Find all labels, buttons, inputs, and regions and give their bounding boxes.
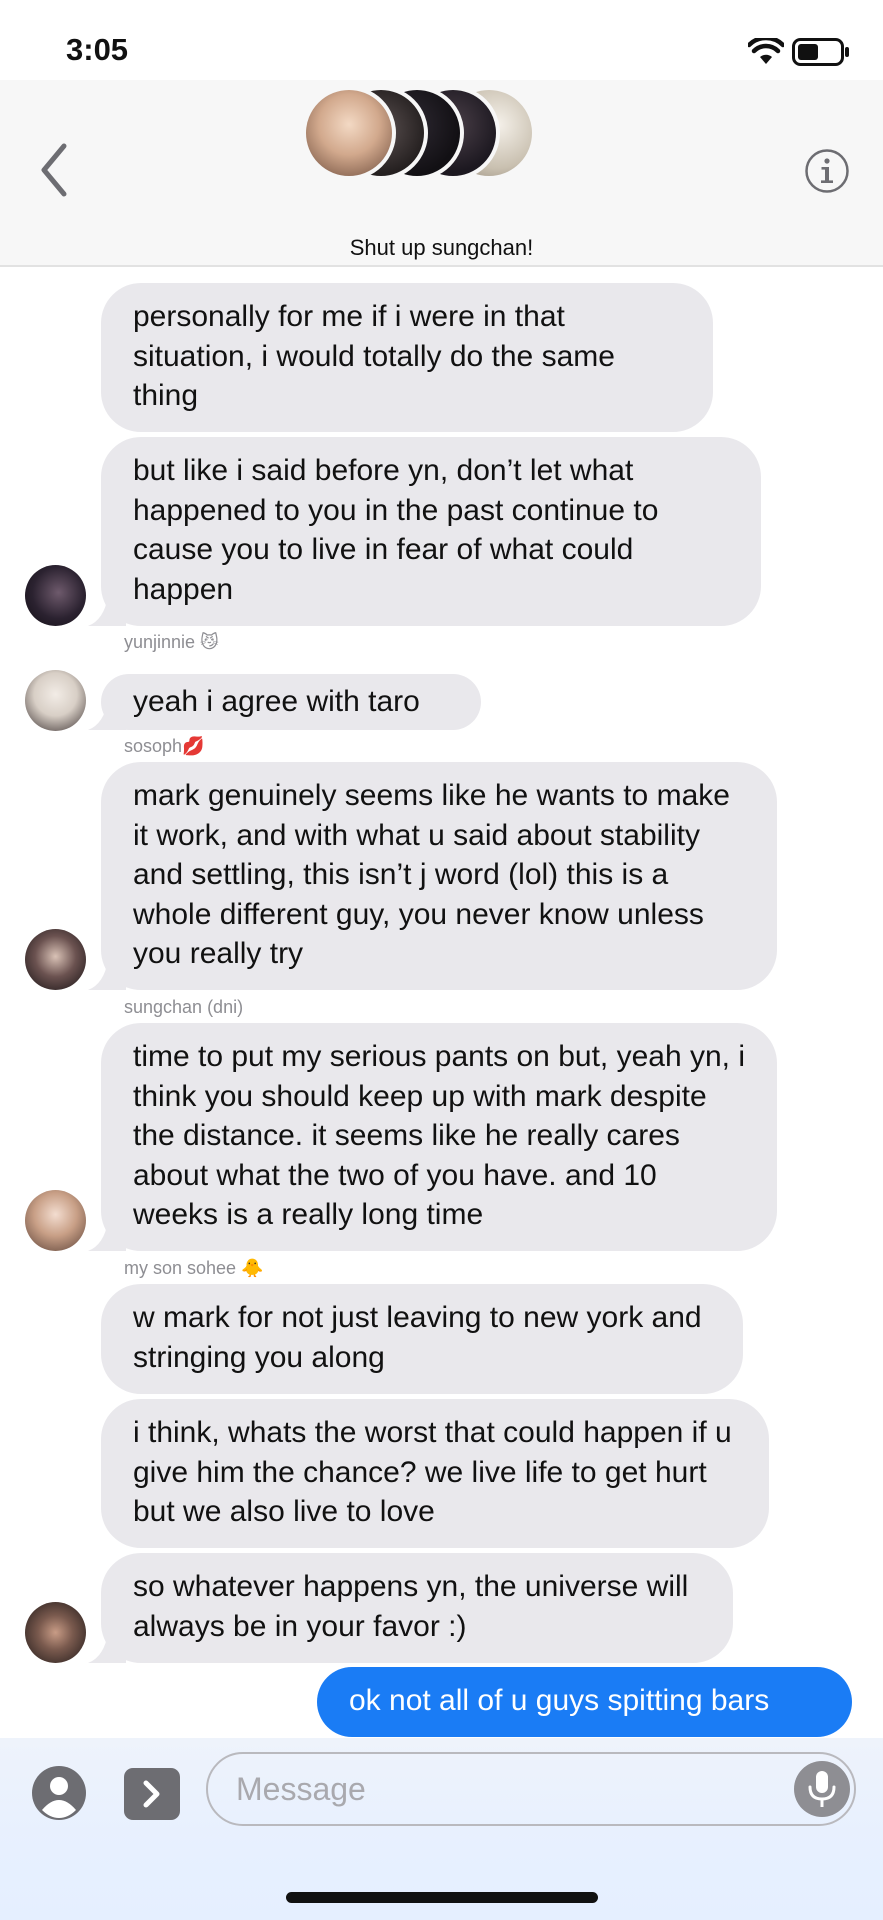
message-bubble[interactable]: time to put my serious pants on but, yea… xyxy=(101,1023,777,1251)
info-icon[interactable] xyxy=(804,148,850,194)
sent-message-bubble[interactable]: ok not all of u guys spitting bars xyxy=(317,1667,852,1737)
messages-screen: 3:05 Shut up sungchan! personally for me… xyxy=(0,0,883,1920)
sender-name: sungchan (dni) xyxy=(124,997,244,1017)
message-bubble[interactable]: personally for me if i were in that situ… xyxy=(101,283,713,432)
bubble-tail xyxy=(88,950,126,990)
message-bubble[interactable]: so whatever happens yn, the universe wil… xyxy=(101,1553,733,1663)
wifi-icon xyxy=(748,38,784,64)
home-indicator xyxy=(286,1892,598,1903)
avatar[interactable] xyxy=(25,670,86,731)
conversation-header: Shut up sungchan! xyxy=(0,80,883,266)
avatar[interactable] xyxy=(25,929,86,990)
sender-name: my son sohee 🐥 xyxy=(124,1258,264,1278)
message-input[interactable] xyxy=(206,1752,856,1826)
contact-icon[interactable] xyxy=(32,1766,86,1820)
sender-name: yunjinnie 😼 xyxy=(124,632,219,652)
avatar[interactable] xyxy=(25,565,86,626)
apps-button[interactable] xyxy=(124,1768,180,1820)
bubble-tail xyxy=(88,1623,126,1663)
message-bubble[interactable]: w mark for not just leaving to new york … xyxy=(101,1284,743,1394)
back-chevron-icon[interactable] xyxy=(38,140,70,200)
bubble-tail xyxy=(88,690,126,730)
avatar[interactable] xyxy=(25,1602,86,1663)
group-name[interactable]: Shut up sungchan! xyxy=(0,235,883,261)
microphone-button[interactable] xyxy=(794,1761,850,1817)
sender-name: sosoph💋 xyxy=(124,736,205,756)
message-bubble[interactable]: i think, whats the worst that could happ… xyxy=(101,1399,769,1548)
status-time: 3:05 xyxy=(66,32,129,67)
group-member-avatar xyxy=(302,86,396,180)
bubble-tail xyxy=(88,1211,126,1251)
apps-chevron-icon xyxy=(143,1780,160,1808)
bubble-tail xyxy=(88,586,126,626)
battery-icon xyxy=(792,38,849,66)
microphone-icon xyxy=(808,1771,836,1807)
avatar[interactable] xyxy=(25,1190,86,1251)
header-divider xyxy=(0,265,883,267)
message-bubble[interactable]: yeah i agree with taro xyxy=(101,674,481,730)
message-bubble[interactable]: but like i said before yn, don’t let wha… xyxy=(101,437,761,626)
group-avatar-stack[interactable] xyxy=(302,86,536,182)
message-bubble[interactable]: mark genuinely seems like he wants to ma… xyxy=(101,762,777,990)
